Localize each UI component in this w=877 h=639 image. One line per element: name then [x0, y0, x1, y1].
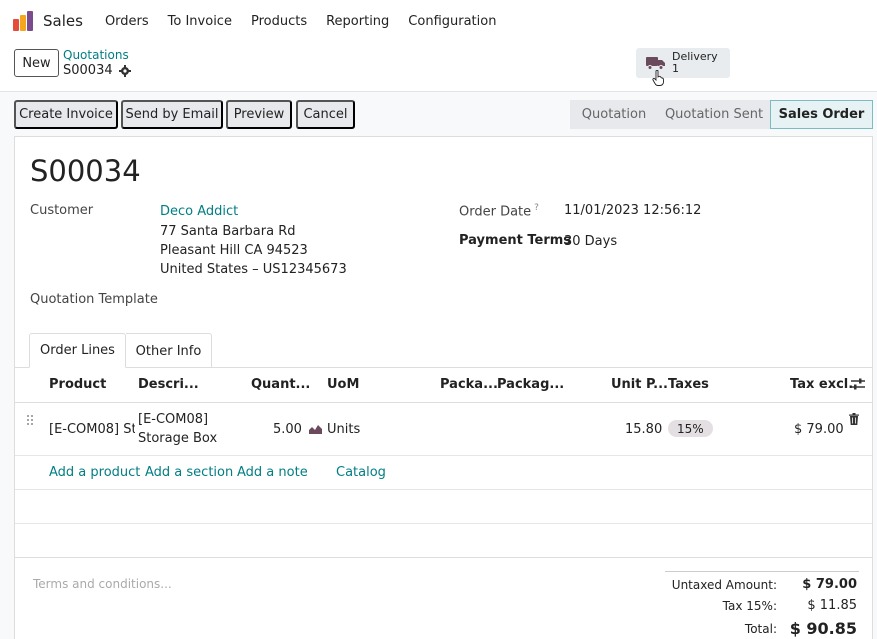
line-uom-label: Units: [327, 422, 361, 437]
address-line-2: Pleasant Hill CA 94523: [160, 243, 308, 258]
trash-icon[interactable]: [849, 413, 859, 425]
total-label: Total:: [744, 622, 777, 636]
column-settings-icon[interactable]: [851, 378, 865, 390]
col-header-product[interactable]: Product: [49, 377, 106, 392]
line-product[interactable]: [E-COM08] Sto: [49, 422, 135, 437]
action-row: Create Invoice Send by Email Preview Can…: [0, 93, 877, 136]
nav-item-configuration[interactable]: Configuration: [408, 14, 496, 29]
address-line-1: 77 Santa Barbara Rd: [160, 224, 296, 239]
line-description-2[interactable]: Storage Box: [138, 431, 217, 446]
row-divider: [15, 523, 872, 524]
line-uom[interactable]: Units: [309, 422, 360, 437]
col-header-quantity[interactable]: Quant...: [251, 377, 310, 392]
delivery-smart-button[interactable]: Delivery 1: [636, 48, 730, 78]
new-button[interactable]: New: [14, 49, 59, 77]
add-product-link[interactable]: Add a product: [49, 465, 140, 480]
stage-quotation[interactable]: Quotation: [570, 100, 658, 129]
nav-item-reporting[interactable]: Reporting: [326, 14, 389, 29]
customer-label: Customer: [30, 203, 94, 218]
send-by-email-button[interactable]: Send by Email: [121, 100, 223, 129]
nav-item-products[interactable]: Products: [251, 14, 307, 29]
row-divider: [15, 455, 872, 456]
breadcrumb-current: S00034: [63, 63, 131, 78]
stage-sales-order[interactable]: Sales Order: [770, 100, 873, 129]
record-name: S00034: [30, 154, 141, 188]
form-sheet: S00034 Customer Deco Addict 77 Santa Bar…: [14, 136, 873, 639]
line-unit-price[interactable]: 15.80: [625, 422, 662, 437]
total-value: $ 90.85: [789, 619, 857, 638]
customer-link[interactable]: Deco Addict: [160, 204, 238, 219]
help-tooltip-icon[interactable]: ?: [534, 203, 539, 213]
line-subtotal: $ 79.00: [794, 422, 844, 437]
hand-cursor-icon: [652, 70, 664, 86]
tab-other-info[interactable]: Other Info: [126, 333, 212, 368]
totals-divider: [665, 571, 859, 572]
col-header-taxes[interactable]: Taxes: [668, 377, 709, 392]
col-header-uom[interactable]: UoM: [327, 377, 359, 392]
quotation-template-label: Quotation Template: [30, 292, 158, 307]
status-bar: Quotation Quotation Sent Sales Order: [570, 100, 873, 129]
payment-terms-label: Payment Terms: [459, 233, 572, 248]
create-invoice-button[interactable]: Create Invoice: [14, 100, 118, 129]
table-bottom-divider: [15, 557, 872, 558]
add-note-link[interactable]: Add a note: [237, 465, 308, 480]
breadcrumb-parent[interactable]: Quotations: [63, 48, 131, 62]
tax-badge[interactable]: 15%: [668, 420, 713, 437]
col-header-tax-excl[interactable]: Tax excl.: [790, 377, 853, 392]
breadcrumb: Quotations S00034: [63, 48, 131, 78]
app-name[interactable]: Sales: [43, 12, 83, 30]
order-date-label: Order Date?: [459, 203, 539, 219]
delivery-text: Delivery 1: [672, 51, 718, 75]
row-divider: [15, 489, 872, 490]
tab-order-lines[interactable]: Order Lines: [29, 333, 126, 368]
line-quantity[interactable]: 5.00: [273, 422, 302, 437]
order-date-value[interactable]: 11/01/2023 12:56:12: [564, 203, 701, 218]
control-panel: New Quotations S00034 Delivery 1: [0, 42, 877, 92]
address-line-3: United States – US12345673: [160, 262, 347, 277]
sales-app-icon[interactable]: [13, 11, 33, 31]
tax-value: $ 11.85: [807, 598, 857, 613]
preview-button[interactable]: Preview: [226, 100, 292, 129]
truck-icon: [646, 57, 665, 70]
payment-terms-value[interactable]: 30 Days: [564, 234, 617, 249]
catalog-link[interactable]: Catalog: [336, 465, 386, 480]
forecast-chart-icon[interactable]: [309, 424, 322, 434]
breadcrumb-current-label: S00034: [63, 63, 113, 78]
line-description-1[interactable]: [E-COM08]: [138, 412, 208, 427]
add-section-link[interactable]: Add a section: [145, 465, 233, 480]
stage-quotation-sent[interactable]: Quotation Sent: [658, 100, 770, 129]
terms-conditions-input[interactable]: Terms and conditions...: [33, 577, 172, 591]
nav-item-orders[interactable]: Orders: [105, 14, 149, 29]
col-header-packaging[interactable]: Packag...: [497, 377, 564, 392]
cancel-button[interactable]: Cancel: [296, 100, 355, 129]
order-date-label-text: Order Date: [459, 204, 532, 220]
drag-handle-icon[interactable]: [26, 414, 34, 426]
gear-icon[interactable]: [118, 64, 131, 77]
nav-item-to-invoice[interactable]: To Invoice: [168, 14, 232, 29]
col-header-description[interactable]: Descri...: [138, 377, 199, 392]
top-navbar: Sales Orders To Invoice Products Reporti…: [0, 0, 877, 42]
untaxed-amount-label: Untaxed Amount:: [671, 578, 777, 592]
delivery-count: 1: [672, 62, 679, 75]
col-header-packaging-qty[interactable]: Packa...: [440, 377, 498, 392]
col-header-unit-price[interactable]: Unit P...: [611, 377, 668, 392]
notebook-tabs: Order Lines Other Info: [15, 333, 872, 368]
tax-label: Tax 15%:: [722, 599, 777, 613]
untaxed-amount-value: $ 79.00: [802, 577, 857, 592]
table-header-divider: [15, 402, 872, 403]
